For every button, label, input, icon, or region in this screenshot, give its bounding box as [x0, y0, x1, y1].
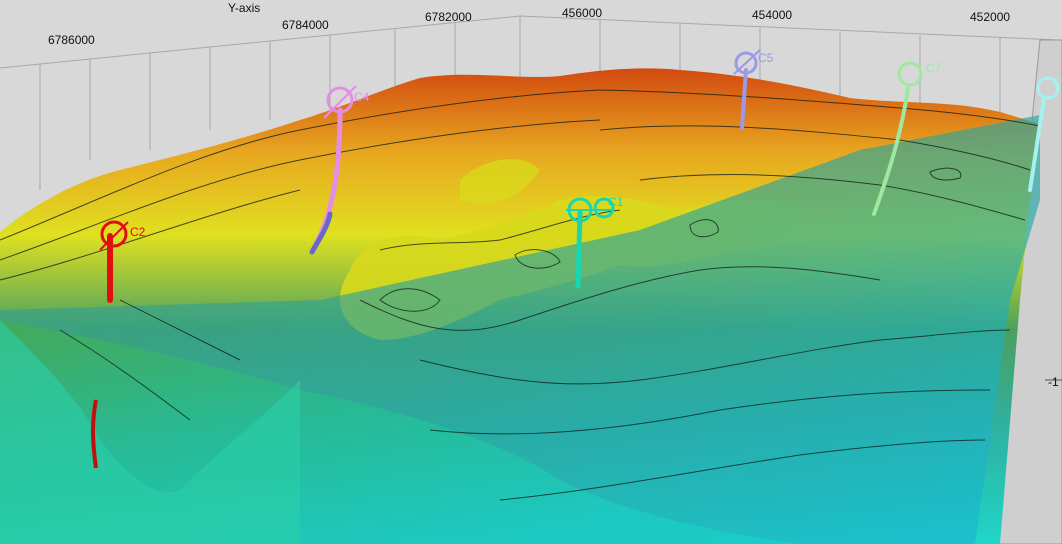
well-label: C7 [926, 61, 942, 75]
y-axis-title: Y-axis [228, 1, 260, 15]
3d-viewport[interactable]: Y-axis 6786000 6784000 6782000 456000 45… [0, 0, 1062, 544]
x-tick-label: 454000 [752, 8, 792, 22]
scene-canvas[interactable]: Y-axis 6786000 6784000 6782000 456000 45… [0, 0, 1062, 544]
y-tick-label: 6782000 [425, 10, 472, 24]
x-tick-label: 456000 [562, 6, 602, 20]
well-label: C2 [130, 225, 146, 239]
x-tick-label: 452000 [970, 10, 1010, 24]
terrain-surface[interactable] [0, 68, 1040, 544]
well-label: C [1052, 75, 1061, 89]
well-label: C1 [608, 195, 624, 209]
well-label: C4 [354, 90, 370, 104]
y-tick-label: 6784000 [282, 18, 329, 32]
well-marker-icon [897, 61, 923, 87]
well-label: C5 [758, 51, 774, 65]
y-tick-label: 6786000 [48, 33, 95, 47]
z-tick-label: -1 [1048, 375, 1059, 389]
